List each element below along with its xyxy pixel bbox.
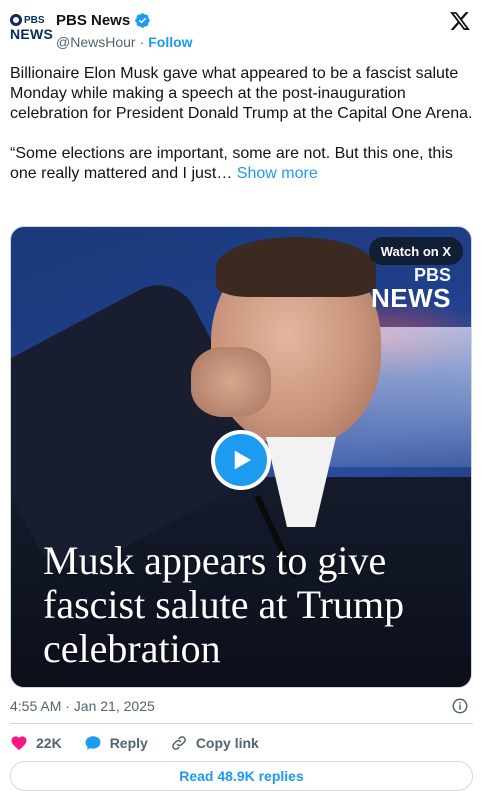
pbs-news-avatar[interactable]: PBS NEWS — [10, 14, 54, 48]
hair-shape — [216, 237, 376, 297]
author-handle[interactable]: @NewsHour — [56, 34, 136, 50]
tweet-card: PBS NEWS PBS News @NewsHour · Follow Bil… — [0, 0, 485, 800]
like-count: 22K — [36, 735, 62, 751]
tweet-paragraph-2-text: “Some elections are important, some are … — [10, 145, 453, 182]
info-icon[interactable] — [451, 697, 469, 715]
x-logo-icon[interactable] — [449, 10, 471, 32]
reply-label: Reply — [109, 735, 148, 751]
pbs-logo-icon — [10, 14, 22, 26]
action-bar: 22K Reply Copy link — [10, 732, 259, 754]
divider — [10, 723, 473, 724]
author-display-name[interactable]: PBS News — [56, 12, 130, 29]
watch-on-x-button[interactable]: Watch on X — [368, 237, 463, 265]
heart-icon — [11, 736, 27, 751]
reply-button[interactable]: Reply — [84, 734, 148, 752]
tweet-timestamp[interactable]: 4:55 AM · Jan 21, 2025 — [10, 698, 155, 714]
video-headline: Musk appears to give fascist salute at T… — [43, 538, 405, 671]
avatar-pbs-text: PBS — [24, 14, 45, 26]
fist-shape — [191, 347, 271, 417]
copy-link-label: Copy link — [195, 735, 259, 751]
watermark-news: NEWS — [371, 283, 451, 313]
tweet-paragraph-2: “Some elections are important, some are … — [10, 144, 475, 184]
watermark-pbs: PBS — [413, 265, 451, 285]
avatar-news-text: NEWS — [10, 26, 54, 42]
tweet-paragraph-1: Billionaire Elon Musk gave what appeared… — [10, 65, 473, 122]
copy-link-button[interactable]: Copy link — [170, 734, 259, 752]
reply-bubble-icon — [85, 736, 101, 750]
author-name-row: PBS News — [56, 12, 151, 29]
link-icon — [171, 736, 186, 750]
like-button[interactable]: 22K — [10, 734, 62, 752]
pbs-news-watermark: PBS NEWS — [371, 265, 451, 313]
follow-link[interactable]: Follow — [148, 34, 192, 50]
tweet-text: Billionaire Elon Musk gave what appeared… — [10, 64, 475, 204]
video-player[interactable]: Watch on X PBS NEWS Musk appears to give… — [10, 226, 472, 688]
avatar-pbs-row: PBS — [10, 14, 48, 26]
verified-badge-icon — [134, 12, 151, 29]
play-button[interactable] — [211, 430, 271, 490]
show-more-link[interactable]: Show more — [237, 165, 318, 182]
author-handle-row: @NewsHour · Follow — [56, 34, 193, 50]
read-replies-button[interactable]: Read 48.9K replies — [10, 761, 473, 791]
handle-separator: · — [139, 34, 145, 50]
play-icon — [234, 450, 251, 470]
